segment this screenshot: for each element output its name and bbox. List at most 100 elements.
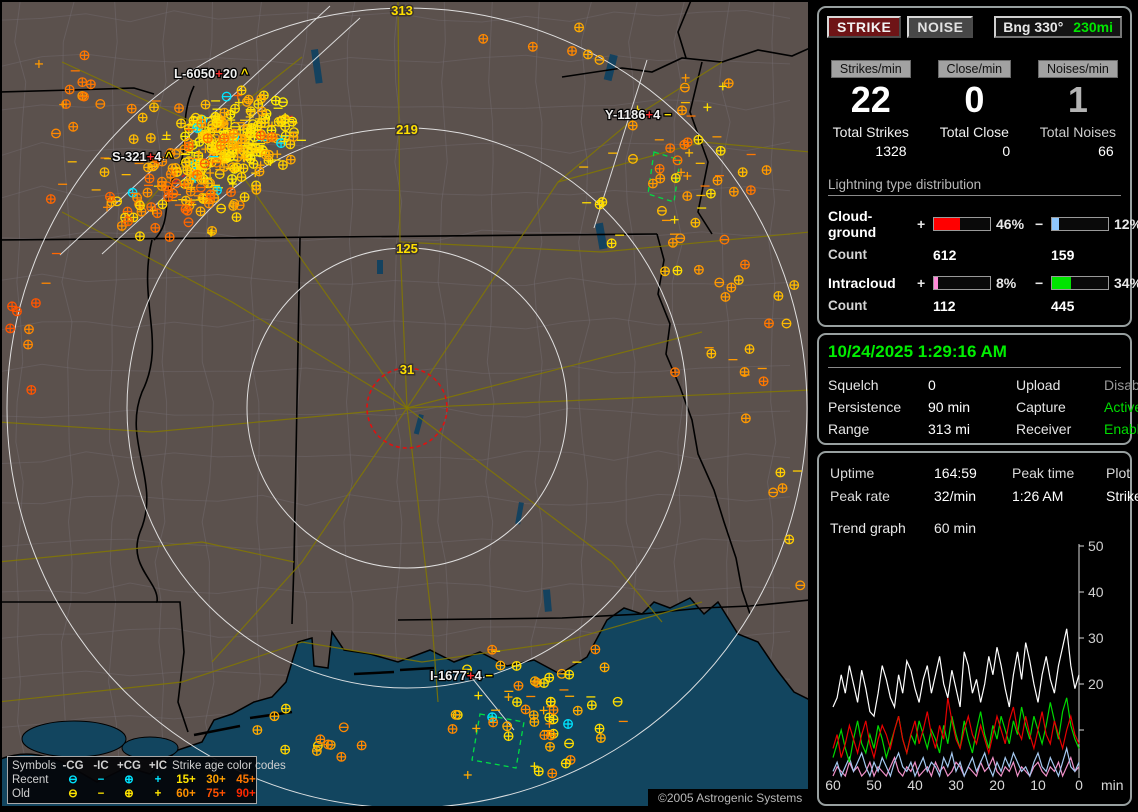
strike-symbol — [122, 216, 133, 227]
cg-plus-pct: 46% — [996, 216, 1025, 232]
strike-symbol — [356, 740, 367, 751]
strike-symbol — [665, 143, 676, 154]
strike-symbol — [520, 704, 531, 715]
strike-symbol — [775, 467, 786, 478]
strike-symbol — [690, 217, 701, 228]
strike-symbol — [219, 107, 230, 118]
strike-symbol — [24, 324, 34, 335]
legend-age-code: 60+ — [176, 788, 196, 800]
legend-header: -IC — [93, 760, 109, 772]
strike-symbol — [764, 318, 774, 329]
trend-x-tick-label: 10 — [1030, 777, 1046, 792]
trend-x-unit: min — [1101, 777, 1124, 792]
strike-symbol — [34, 59, 43, 68]
receiver-label: Receiver — [1016, 421, 1072, 437]
strike-symbol — [712, 175, 723, 186]
cloud-ground-row: Cloud-ground + 46% − 12% — [828, 208, 1138, 240]
cg-minus-bar — [1051, 217, 1109, 231]
strike-symbol — [714, 277, 725, 288]
rate-stats: Strikes/min 22 Total Strikes 1328 Close/… — [819, 60, 1130, 159]
minus-sign: − — [1035, 216, 1044, 232]
upload-label: Upload — [1016, 377, 1061, 393]
status-grid: Squelch 0 Upload Disabled Persistence 90… — [828, 377, 1138, 437]
strike-symbol — [207, 225, 218, 236]
county-line — [108, 2, 120, 803]
session-grid: Uptime 164:59 Peak time Plot Peak rate 3… — [830, 465, 1138, 504]
strike-symbol — [252, 725, 263, 735]
cg-plus-count: 612 — [933, 247, 957, 263]
county-line — [2, 538, 791, 550]
strike-symbol — [311, 746, 322, 756]
capture-value: Active — [1104, 399, 1138, 415]
strike-symbol — [273, 150, 282, 159]
strike-symbol — [5, 323, 16, 334]
strike-symbol — [202, 133, 213, 144]
strike-symbol — [529, 676, 540, 687]
legend-symbol: ⊖ — [68, 788, 78, 800]
legend-header-row: Symbols -CG -IC +CG +IC Strike age color code… — [12, 759, 286, 773]
storm-cell-label: L-6050+20 ^ — [174, 66, 249, 81]
strike-symbol — [26, 384, 37, 395]
upload-value: Disabled — [1104, 377, 1138, 393]
strike-symbol — [572, 705, 583, 716]
strike-symbol — [257, 106, 267, 117]
trend-x-tick-label: 30 — [948, 777, 964, 792]
county-line — [2, 450, 791, 465]
plus-sign: + — [917, 216, 926, 232]
legend-age-code: 15+ — [176, 774, 196, 786]
strike-symbol — [163, 191, 174, 202]
strike-symbol — [51, 128, 61, 139]
strike-symbol — [285, 154, 296, 165]
legend-age-code: 90+ — [236, 788, 256, 800]
strike-symbol — [225, 109, 236, 120]
strike-symbol — [670, 173, 681, 184]
strike-symbol — [450, 709, 461, 720]
strike-symbol — [682, 191, 693, 202]
strike-symbol — [215, 140, 226, 151]
status-panel: 10/24/2025 1:29:16 AM Squelch 0 Upload D… — [817, 333, 1138, 445]
strike-symbol — [211, 117, 222, 128]
strike-symbol — [564, 669, 575, 680]
strike-symbol — [733, 275, 744, 286]
strike-symbol — [180, 195, 191, 206]
strike-symbol — [23, 339, 34, 350]
legend-symbol: ⊕ — [124, 788, 134, 800]
strike-symbol — [563, 719, 574, 729]
lake — [543, 589, 552, 612]
strike-symbol — [156, 176, 167, 187]
noises-per-min-stat: Noises/min 1 Total Noises 66 — [1026, 60, 1130, 159]
strike-symbol — [236, 85, 247, 96]
legend-header: +CG — [117, 760, 141, 772]
capture-label: Capture — [1016, 399, 1066, 415]
strike-symbol — [548, 705, 559, 715]
strike-symbol — [103, 203, 112, 212]
strike-mode-button[interactable]: STRIKE — [827, 16, 902, 38]
trend-y-tick-label: 40 — [1088, 584, 1104, 600]
strike-symbol — [216, 203, 227, 214]
strike-symbol — [545, 696, 556, 707]
strike-stats-panel: STRIKE NOISE Bng 330° 230mi Strikes/min 2… — [817, 6, 1138, 327]
range-ring-label: 313 — [391, 3, 413, 18]
datetime-display: 10/24/2025 1:29:16 AM — [828, 342, 1121, 368]
strike-symbol — [137, 112, 148, 123]
strike-symbol — [628, 153, 638, 164]
strike-symbol — [660, 266, 670, 277]
lightning-map[interactable]: 313 219 125 31 L-6050+20 ^ S-321+4 ^ Y-1186+4 … — [2, 2, 808, 806]
total-strikes-value: 1328 — [875, 143, 907, 159]
peak-time-header: Peak time — [1012, 465, 1075, 481]
lake — [377, 260, 383, 274]
strike-symbol — [254, 166, 265, 177]
noise-mode-button[interactable]: NOISE — [907, 16, 974, 38]
strike-symbol — [672, 155, 683, 166]
strike-symbol — [229, 198, 240, 209]
lake — [603, 54, 618, 82]
strike-symbol — [560, 758, 571, 769]
strike-symbol — [744, 344, 755, 355]
legend-row: Old ⊖ − ⊕ +60+ 75+ 90+ — [12, 787, 256, 801]
strike-symbol — [134, 231, 145, 242]
peak-time-value: 1:26 AM — [1012, 488, 1064, 504]
legend-header: -CG — [62, 760, 84, 772]
strike-symbol — [157, 199, 168, 210]
cg-count-label: Count — [828, 247, 867, 262]
legend-symbol: + — [154, 788, 162, 800]
